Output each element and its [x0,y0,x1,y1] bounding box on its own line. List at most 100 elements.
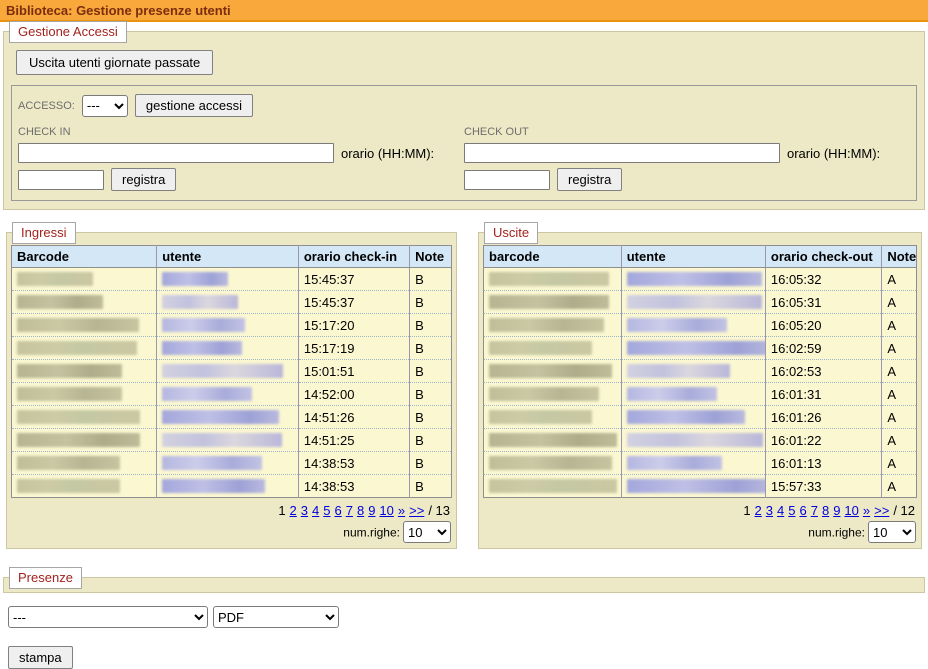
page-title: Biblioteca: Gestione presenze utenti [6,3,231,18]
cell-barcode [484,406,622,429]
cell-note: A [882,429,917,452]
cell-note: A [882,452,917,475]
page-link[interactable]: 5 [323,503,330,518]
table-row: 14:38:53B [12,452,452,475]
cell-barcode [484,383,622,406]
table-row: 16:05:31A [484,291,917,314]
cell-utente [157,406,299,429]
page-link[interactable]: 5 [788,503,795,518]
page-current: 1 [743,503,750,518]
page-link[interactable]: 9 [833,503,840,518]
page-link[interactable]: 10 [844,503,858,518]
check-in-orario-label: orario (HH:MM): [341,146,434,161]
accesso-select[interactable]: --- [82,95,128,117]
redacted-barcode [489,272,609,286]
page-link[interactable]: >> [409,503,424,518]
page-link[interactable]: 2 [755,503,762,518]
check-out-section: CHECK OUT orario (HH:MM): registra [464,126,910,191]
cell-orario: 15:01:51 [298,360,409,383]
page-link[interactable]: 7 [346,503,353,518]
cell-note: A [882,268,917,291]
page-link[interactable]: 2 [290,503,297,518]
cell-note: B [410,268,452,291]
check-out-orario-label: orario (HH:MM): [787,146,880,161]
redacted-barcode [17,456,120,470]
col-orario-checkin: orario check-in [298,246,409,268]
gestione-accessi-panel: Gestione Accessi Uscita utenti giornate … [3,31,925,210]
page-link[interactable]: » [398,503,405,518]
cell-orario: 14:38:53 [298,452,409,475]
cell-orario: 16:05:32 [765,268,881,291]
uscite-panel: Uscite barcode utente orario check-out N… [478,232,922,549]
page-link[interactable]: >> [874,503,889,518]
ingressi-legend: Ingressi [12,222,76,244]
redacted-barcode [17,410,140,424]
cell-barcode [484,291,622,314]
ingressi-numrighe-select[interactable]: 10 [403,521,451,543]
cell-utente [621,475,765,498]
ingressi-numrighe-label: num.righe: [343,526,400,540]
table-row: 16:01:13A [484,452,917,475]
page-link[interactable]: 4 [777,503,784,518]
check-out-registra-button[interactable]: registra [557,168,622,191]
page-link[interactable]: 9 [368,503,375,518]
check-in-orario-input[interactable] [18,170,104,190]
cell-utente [157,314,299,337]
ingressi-table: Barcode utente orario check-in Note 15:4… [11,245,452,498]
redacted-barcode [17,387,122,401]
redacted-barcode [489,341,592,355]
page-link[interactable]: 7 [811,503,818,518]
page-link[interactable]: 8 [822,503,829,518]
stampa-button[interactable]: stampa [8,646,73,669]
presenze-format-select[interactable]: PDF [213,606,339,628]
redacted-barcode [489,479,617,493]
page-link[interactable]: » [863,503,870,518]
page-link[interactable]: 8 [357,503,364,518]
cell-orario: 15:45:37 [298,268,409,291]
cell-note: B [410,337,452,360]
redacted-utente [627,364,730,378]
uscite-numrighe-select[interactable]: 10 [868,521,916,543]
page-link[interactable]: 10 [379,503,393,518]
cell-utente [621,314,765,337]
table-row: 14:52:00B [12,383,452,406]
redacted-utente [162,364,283,378]
check-in-barcode-input[interactable] [18,143,334,163]
cell-utente [621,360,765,383]
redacted-utente [627,318,727,332]
cell-orario: 16:01:22 [765,429,881,452]
cell-utente [157,291,299,314]
col-utente: utente [621,246,765,268]
cell-orario: 15:57:33 [765,475,881,498]
redacted-utente [627,479,766,493]
page-link[interactable]: 3 [301,503,308,518]
redacted-utente [162,295,238,309]
cell-orario: 15:17:20 [298,314,409,337]
title-bar: Biblioteca: Gestione presenze utenti [0,0,928,22]
page-link[interactable]: 6 [334,503,341,518]
cell-utente [157,337,299,360]
cell-note: A [882,337,917,360]
redacted-utente [627,341,766,355]
page-link[interactable]: 6 [799,503,806,518]
cell-orario: 15:45:37 [298,291,409,314]
redacted-utente [627,387,717,401]
redacted-barcode [17,341,137,355]
redacted-barcode [489,410,592,424]
check-out-barcode-input[interactable] [464,143,780,163]
check-in-label: CHECK IN [18,126,464,138]
redacted-barcode [17,479,120,493]
check-in-section: CHECK IN orario (HH:MM): registra [18,126,464,191]
check-in-registra-button[interactable]: registra [111,168,176,191]
page-current: 1 [278,503,285,518]
check-out-orario-input[interactable] [464,170,550,190]
redacted-utente [162,433,282,447]
table-row: 16:05:32A [484,268,917,291]
gestione-accessi-button[interactable]: gestione accessi [135,94,253,117]
page-link[interactable]: 4 [312,503,319,518]
cell-orario: 16:05:20 [765,314,881,337]
table-row: 15:57:33A [484,475,917,498]
uscita-utenti-button[interactable]: Uscita utenti giornate passate [16,50,213,75]
page-link[interactable]: 3 [766,503,773,518]
presenze-report-select[interactable]: --- [8,606,208,628]
